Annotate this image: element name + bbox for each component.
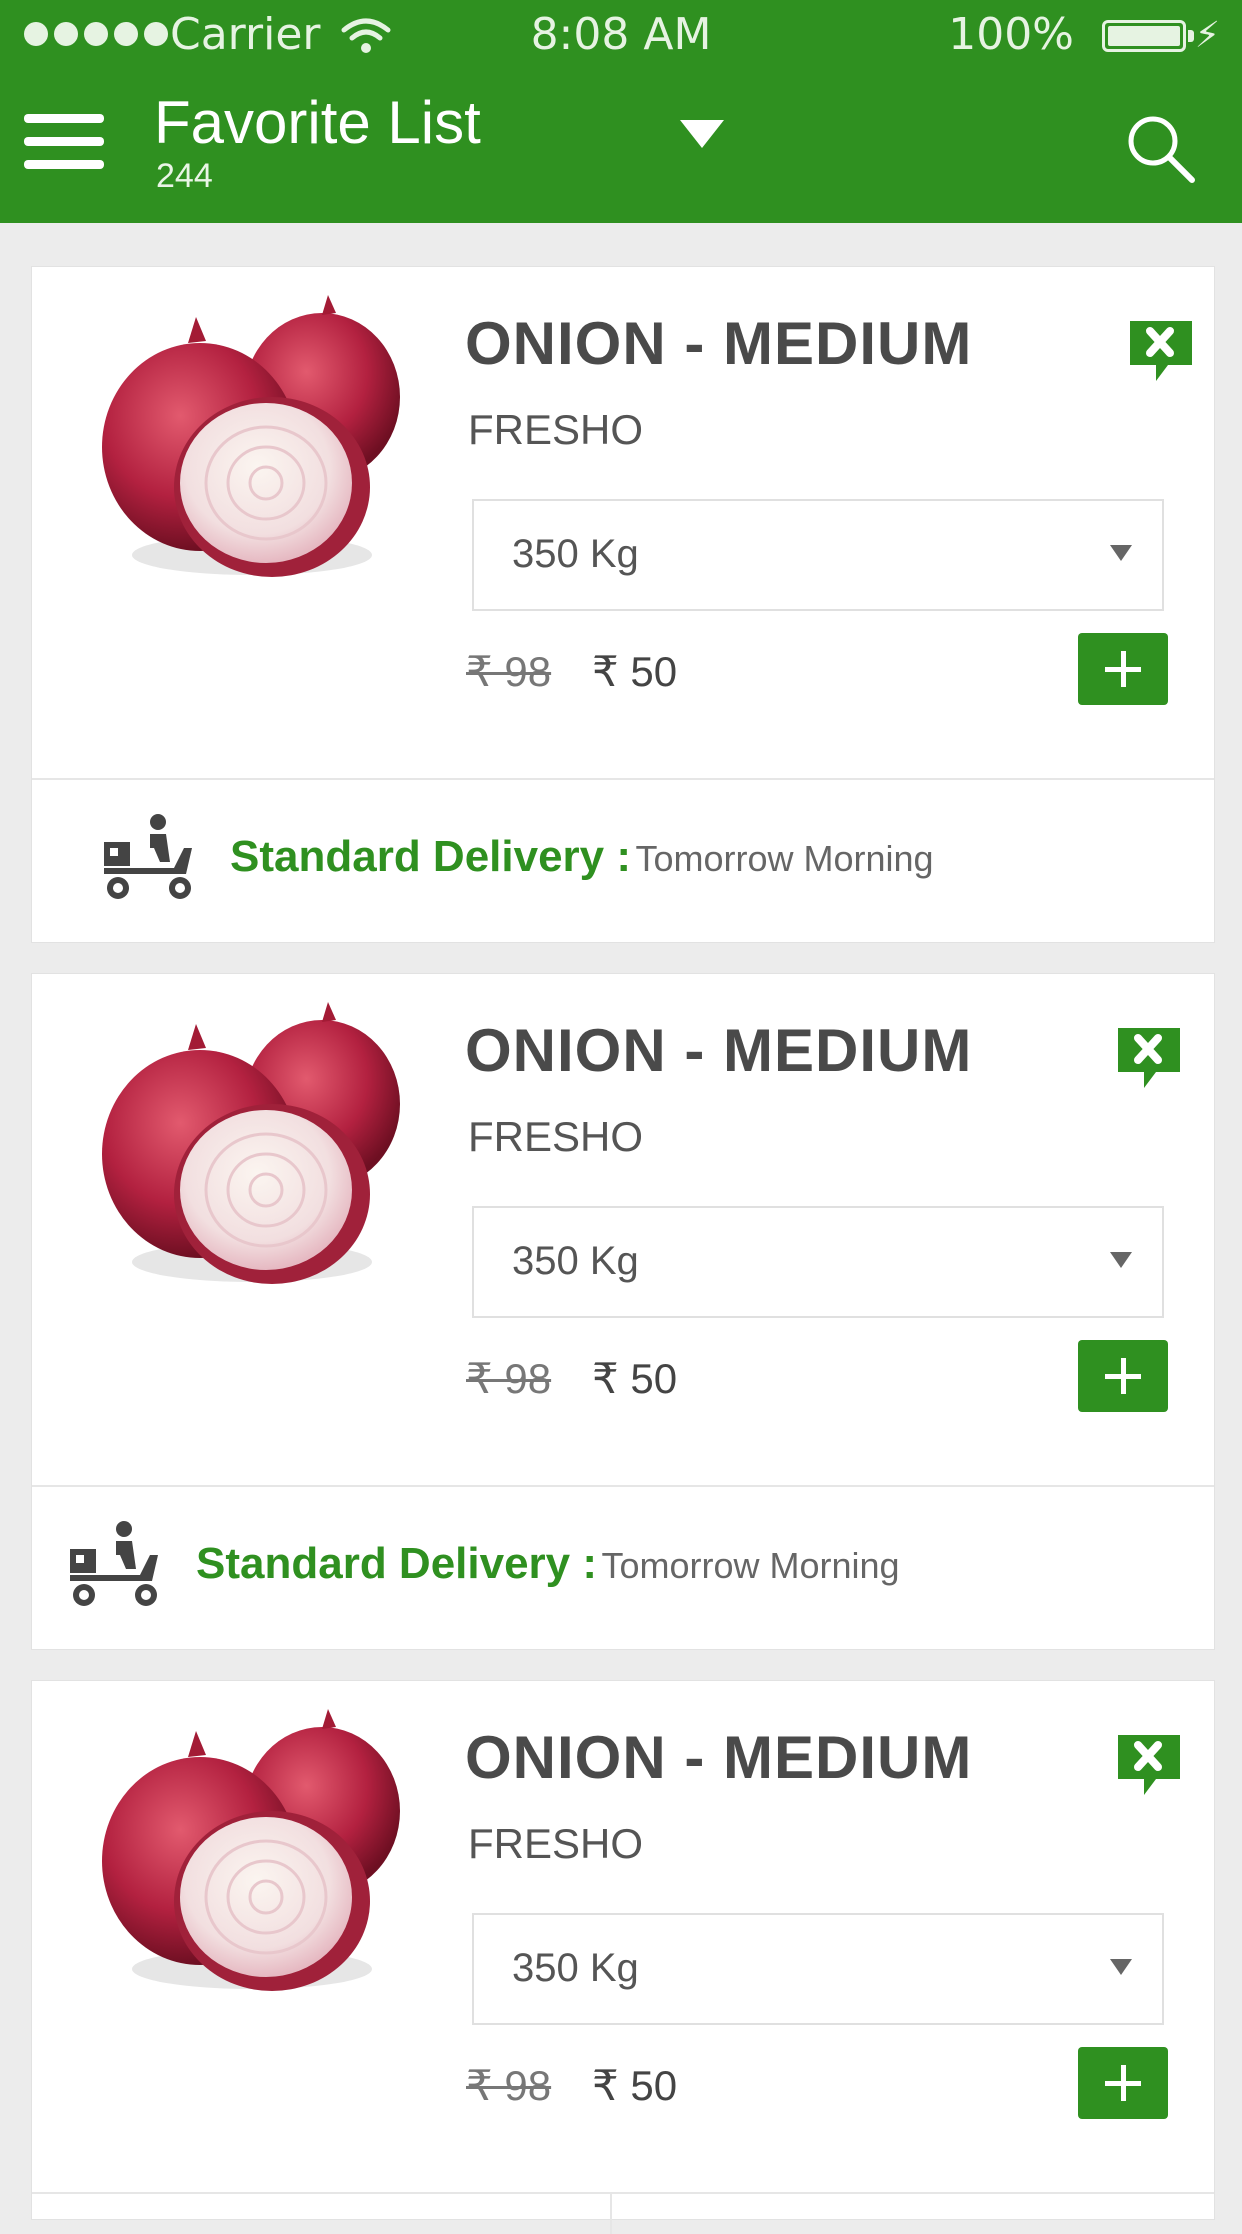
- battery-percentage: 100%: [948, 9, 1074, 60]
- original-price: ₹ 98: [466, 2062, 552, 2109]
- remove-favorite-icon[interactable]: [1116, 1733, 1182, 1799]
- divider-vertical: [610, 2194, 612, 2234]
- product-name: ONION - MEDIUM: [465, 310, 973, 377]
- item-count: 244: [156, 157, 213, 195]
- quantity-value: 350 Kg: [512, 1946, 639, 1990]
- delivery-label: Standard Delivery :: [196, 1539, 598, 1588]
- page-title: Favorite List: [154, 89, 481, 156]
- add-to-cart-button[interactable]: [1078, 633, 1168, 705]
- dropdown-arrow-icon: [1110, 1959, 1132, 1975]
- product-card: ONION - MEDIUM FRESHO 350 Kg ₹ 98 ₹ 50: [31, 1680, 1215, 2234]
- delivery-scooter-icon: [104, 814, 192, 899]
- product-brand: FRESHO: [468, 1113, 644, 1160]
- onion-product-image: [102, 1002, 400, 1284]
- delivery-info: Standard Delivery : Tomorrow Morning: [32, 1487, 1214, 1649]
- onion-product-image: [102, 295, 400, 577]
- delivery-info: Standard Delivery : Tomorrow Morning: [32, 780, 1214, 942]
- add-to-cart-button[interactable]: [1078, 1340, 1168, 1412]
- discounted-price: ₹ 50: [592, 2062, 678, 2109]
- charging-icon: ⚡: [1194, 15, 1220, 56]
- delivery-scooter-icon: [70, 1521, 158, 1606]
- search-icon[interactable]: [1122, 110, 1198, 186]
- quantity-value: 350 Kg: [512, 532, 639, 576]
- app-header: Favorite List 244: [0, 70, 1242, 223]
- divider: [32, 2192, 1214, 2194]
- product-brand: FRESHO: [468, 406, 644, 453]
- hamburger-menu-icon[interactable]: [24, 114, 104, 170]
- product-card: ONION - MEDIUM FRESHO 350 Kg ₹ 98 ₹ 50 S…: [31, 973, 1215, 1650]
- onion-product-image: [102, 1709, 400, 1991]
- remove-favorite-icon[interactable]: [1116, 1026, 1182, 1092]
- product-card: ONION - MEDIUM FRESHO 350 Kg ₹ 98 ₹ 50 S…: [31, 266, 1215, 943]
- quantity-select[interactable]: 350 Kg: [472, 499, 1164, 611]
- delivery-time: Tomorrow Morning: [635, 838, 934, 879]
- list-dropdown-caret-icon[interactable]: [680, 116, 724, 152]
- quantity-value: 350 Kg: [512, 1239, 639, 1283]
- add-to-cart-button[interactable]: [1078, 2047, 1168, 2119]
- battery-icon: [1102, 20, 1186, 52]
- product-name: ONION - MEDIUM: [465, 1017, 973, 1084]
- original-price: ₹ 98: [466, 648, 552, 695]
- quantity-select[interactable]: 350 Kg: [472, 1206, 1164, 1318]
- dropdown-arrow-icon: [1110, 1252, 1132, 1268]
- original-price: ₹ 98: [466, 1355, 552, 1402]
- delivery-time: Tomorrow Morning: [601, 1545, 900, 1586]
- delivery-label: Standard Delivery :: [230, 832, 632, 881]
- product-brand: FRESHO: [468, 1820, 644, 1867]
- remove-favorite-icon[interactable]: [1128, 319, 1194, 385]
- product-name: ONION - MEDIUM: [465, 1724, 973, 1791]
- dropdown-arrow-icon: [1110, 545, 1132, 561]
- battery-tip: [1188, 30, 1194, 42]
- quantity-select[interactable]: 350 Kg: [472, 1913, 1164, 2025]
- discounted-price: ₹ 50: [592, 648, 678, 695]
- status-bar: Carrier 8:08 AM 100% ⚡: [0, 0, 1242, 70]
- discounted-price: ₹ 50: [592, 1355, 678, 1402]
